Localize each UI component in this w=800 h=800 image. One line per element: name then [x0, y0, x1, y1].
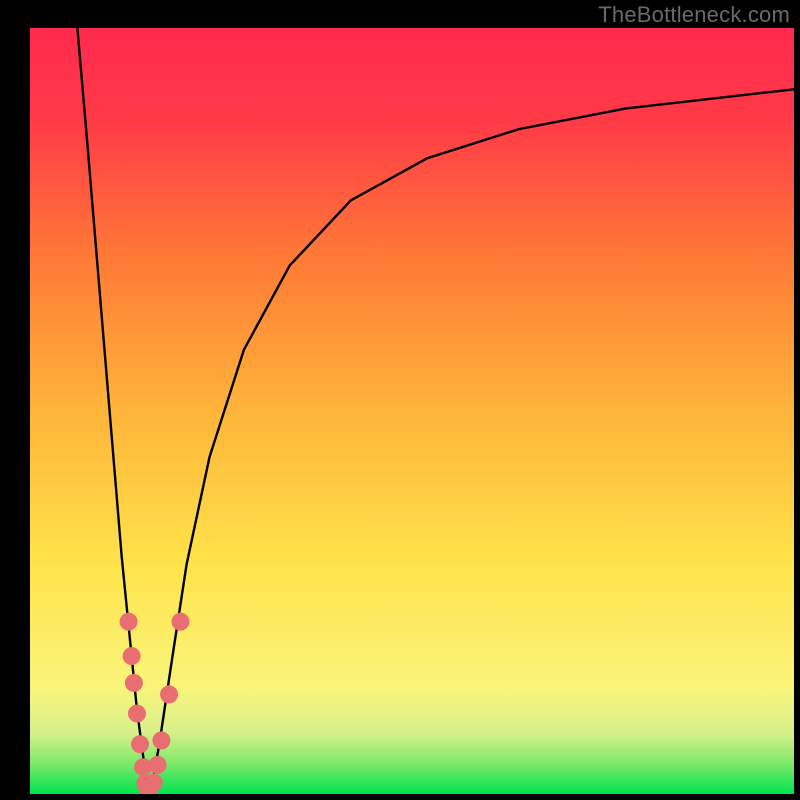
- marker-point: [149, 756, 167, 774]
- marker-point: [152, 731, 170, 749]
- marker-point: [160, 685, 178, 703]
- marker-point: [125, 674, 143, 692]
- gradient-background: [30, 28, 794, 794]
- watermark-text: TheBottleneck.com: [598, 2, 790, 28]
- marker-point: [123, 647, 141, 665]
- plot-area: [30, 28, 794, 794]
- marker-point: [172, 613, 190, 631]
- marker-point: [128, 705, 146, 723]
- chart-root: TheBottleneck.com: [0, 0, 800, 800]
- marker-point: [131, 735, 149, 753]
- marker-point: [120, 613, 138, 631]
- marker-point: [145, 774, 163, 792]
- chart-svg: [30, 28, 794, 794]
